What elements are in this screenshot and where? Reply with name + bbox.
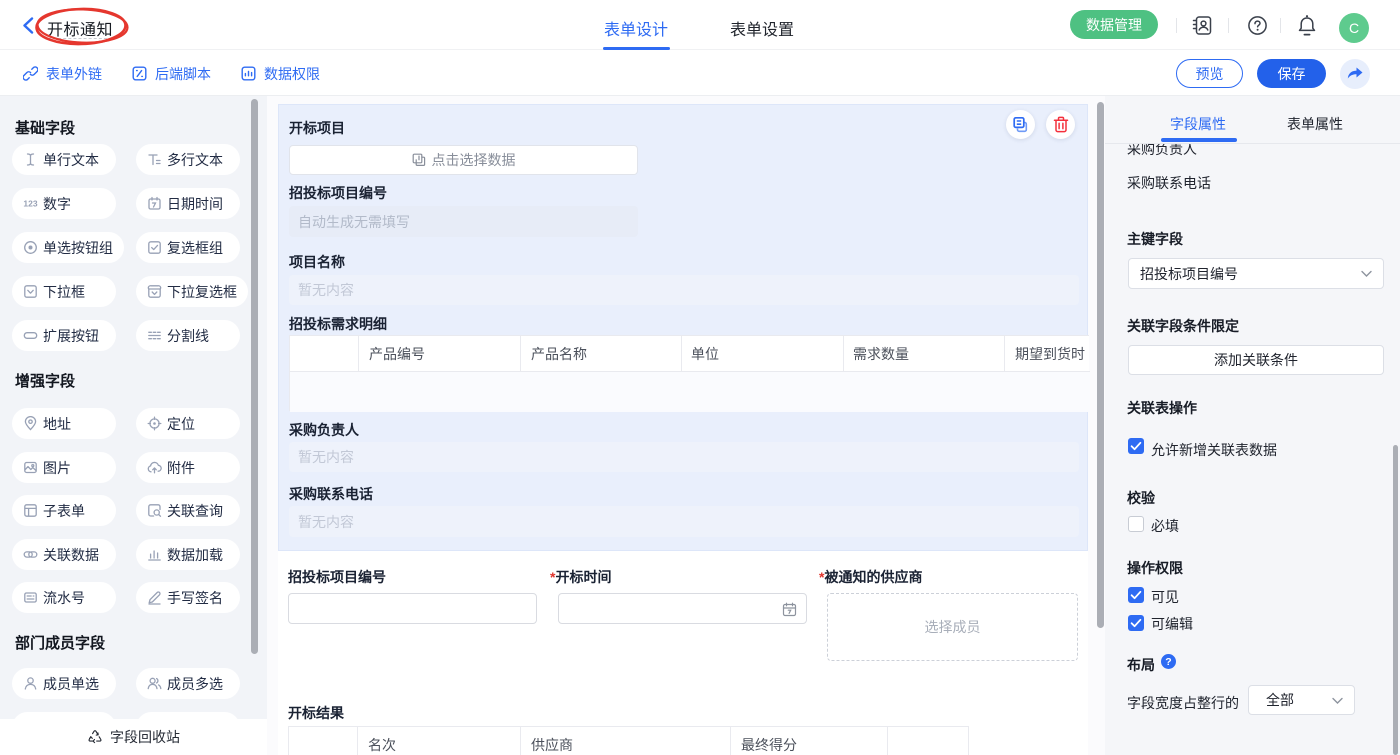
svg-text:123: 123: [23, 199, 37, 209]
